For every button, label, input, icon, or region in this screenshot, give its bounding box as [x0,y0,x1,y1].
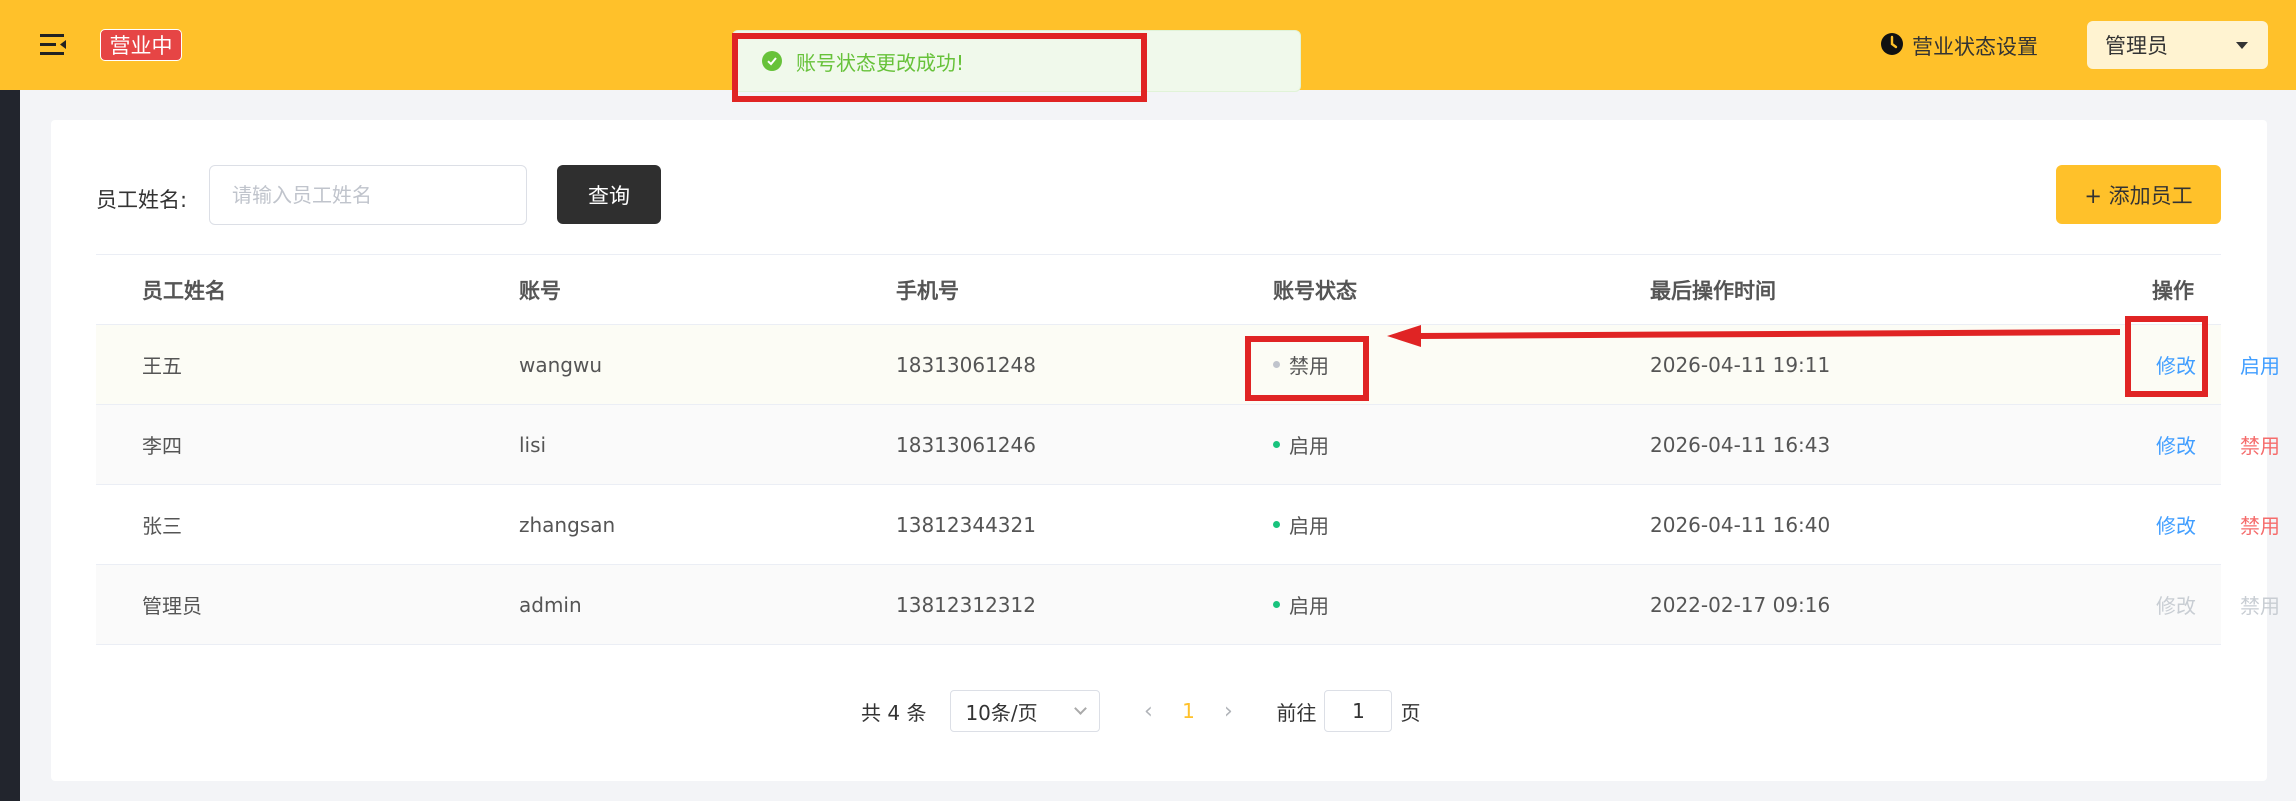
table-row: 王五 wangwu 18313061248 禁用 2026-04-11 19:1… [96,325,2280,405]
column-header-status: 账号状态 [1273,278,1357,303]
account-status: 禁用 [1273,325,1329,404]
enable-button[interactable]: 启用 [2240,350,2280,379]
toast-message: 账号状态更改成功! [796,50,965,75]
employee-phone: 18313061246 [896,432,1036,457]
goto-label: 前往 [1276,700,1317,725]
column-header-name: 员工姓名 [142,278,226,303]
row-actions: 修改 禁用 [2026,405,2280,484]
disable-button: 禁用 [2240,594,2280,618]
menu-fold-icon[interactable] [38,30,70,60]
employee-account: lisi [519,432,547,457]
employee-name-input[interactable] [209,165,527,225]
last-operation-time: 2026-04-11 16:43 [1650,432,1831,457]
column-header-phone: 手机号 [896,278,959,303]
employee-account: wangwu [519,352,603,377]
last-operation-time: 2026-04-11 16:40 [1650,512,1831,537]
business-status-settings[interactable]: 营业状态设置 [1880,30,2038,62]
page-number-current[interactable]: 1 [1168,699,1208,723]
edit-button: 修改 [2156,594,2196,618]
last-operation-time: 2022-02-17 09:16 [1650,592,1831,617]
page-size-select[interactable]: 10条/页 [950,690,1101,732]
row-actions: 修改 启用 [2026,325,2280,404]
query-button[interactable]: 查询 [557,165,661,224]
account-status: 启用 [1273,405,1329,484]
account-status: 启用 [1273,565,1329,644]
search-label: 员工姓名: [96,188,188,212]
employee-name: 管理员 [142,594,202,618]
prev-page-icon[interactable]: ‹ [1128,699,1168,724]
status-dot-icon [1273,521,1280,528]
success-toast: 账号状态更改成功! [732,30,1301,92]
status-text: 启用 [1289,434,1329,458]
clock-icon [1880,32,1904,61]
row-actions: 修改 禁用 [2026,565,2280,644]
goto-page-input[interactable] [1324,690,1393,732]
employee-account: zhangsan [519,512,616,537]
employee-phone: 13812312312 [896,592,1036,617]
check-circle-icon [762,51,782,71]
table-row: 李四 lisi 18313061246 启用 2026-04-11 16:43 … [96,405,2280,485]
sidebar-strip [0,90,20,801]
employee-name: 王五 [142,354,182,378]
user-menu-label: 管理员 [2105,34,2168,58]
last-operation-time: 2026-04-11 19:11 [1650,352,1831,377]
disable-button[interactable]: 禁用 [2240,510,2280,539]
employee-table: 员工姓名 账号 手机号 账号状态 最后操作时间 操作 王五 wangwu 183… [96,254,2280,645]
status-text: 启用 [1289,594,1329,618]
table-row: 管理员 admin 13812312312 启用 2022-02-17 09:1… [96,565,2280,645]
column-header-actions: 操作 [2152,278,2194,303]
table-row: 张三 zhangsan 13812344321 启用 2026-04-11 16… [96,485,2280,565]
employee-card: 员工姓名: 查询 + 添加员工 员工姓名 账号 手机号 账号状态 最后操作时间 … [51,120,2280,781]
column-header-time: 最后操作时间 [1650,278,1776,303]
employee-phone: 18313061248 [896,352,1036,377]
status-text: 启用 [1289,514,1329,538]
edit-button[interactable]: 修改 [2156,430,2196,459]
pagination-total: 共 4 条 [861,700,927,725]
business-status-badge: 营业中 [100,29,182,61]
add-employee-button[interactable]: + 添加员工 [2056,165,2221,224]
caret-down-icon [2236,41,2248,49]
table-header-row: 员工姓名 账号 手机号 账号状态 最后操作时间 操作 [96,255,2221,325]
pagination: 共 4 条 10条/页 ‹ 1 › 前往 页 [861,690,1420,732]
page-size-value: 10条/页 [965,700,1038,725]
employee-account: admin [519,592,582,617]
disable-button[interactable]: 禁用 [2240,430,2280,459]
user-menu-dropdown[interactable]: 管理员 [2087,21,2268,69]
employee-phone: 13812344321 [896,512,1036,537]
status-text: 禁用 [1289,354,1329,378]
business-status-label: 营业状态设置 [1912,35,2038,59]
employee-name: 李四 [142,434,182,458]
row-actions: 修改 禁用 [2026,485,2280,564]
chevron-down-icon [1074,702,1088,715]
status-dot-icon [1273,441,1280,448]
column-header-account: 账号 [519,278,561,303]
edit-button[interactable]: 修改 [2156,350,2196,379]
status-dot-icon [1273,361,1280,368]
status-dot-icon [1273,601,1280,608]
edit-button[interactable]: 修改 [2156,510,2196,539]
account-status: 启用 [1273,485,1329,564]
page-suffix: 页 [1400,700,1421,725]
next-page-icon[interactable]: › [1208,699,1248,724]
employee-name: 张三 [142,514,182,538]
